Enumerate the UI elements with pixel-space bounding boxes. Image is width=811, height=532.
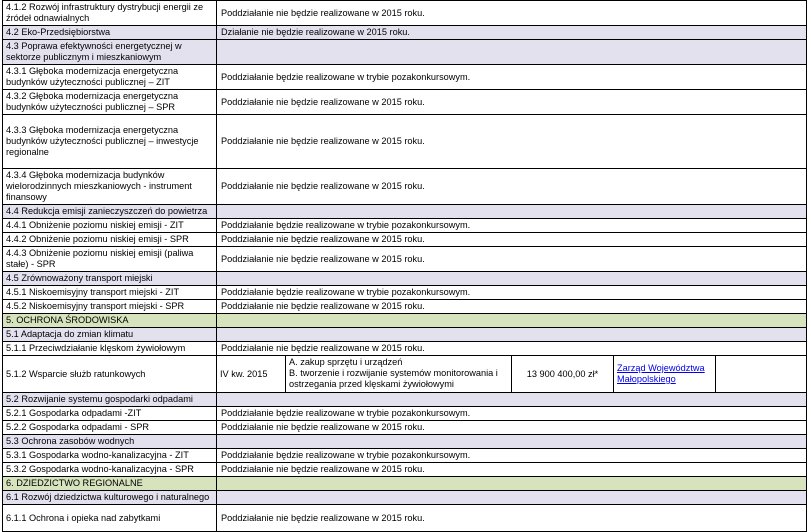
status-note bbox=[216, 392, 807, 407]
scope-b: B. tworzenie i rozwijanie systemów monit… bbox=[289, 368, 498, 389]
status-note: Poddziałanie nie będzie realizowane w 20… bbox=[216, 462, 807, 477]
measure-label: 5.2.1 Gospodarka odpadami -ZIT bbox=[2, 406, 217, 421]
status-note bbox=[216, 327, 807, 342]
status-note: Poddziałanie będzie realizowane w trybie… bbox=[216, 406, 807, 421]
measure-label: 5.2.2 Gospodarka odpadami - SPR bbox=[2, 420, 217, 435]
table-row-detail: 5.1.2 Wsparcie służb ratunkowych IV kw. 2… bbox=[2, 355, 807, 393]
measure-label: 4.3.4 Głęboka modernizacja budynków wiel… bbox=[2, 168, 217, 205]
status-note bbox=[216, 313, 807, 328]
table-row-section: 4.3 Poprawa efektywności energetycznej w… bbox=[2, 39, 807, 65]
status-note: Poddziałanie nie będzie realizowane w 20… bbox=[216, 114, 807, 169]
table-row-section: 5.3 Ochrona zasobów wodnych bbox=[2, 434, 807, 449]
table-row: 4.3.4 Głęboka modernizacja budynków wiel… bbox=[2, 168, 807, 205]
table-row-section: 6.1 Rozwój dziedzictwa kulturowego i nat… bbox=[2, 490, 807, 505]
status-note: Poddziałanie nie będzie realizowane w 20… bbox=[216, 420, 807, 435]
table-row: 4.4.1 Obniżenie poziomu niskiej emisji -… bbox=[2, 218, 807, 233]
status-note bbox=[216, 490, 807, 505]
measure-label: 6.1.1 Ochrona i opieka nad zabytkami bbox=[2, 504, 217, 532]
table-row: 4.4.2 Obniżenie poziomu niskiej emisji -… bbox=[2, 232, 807, 247]
table-row-section: 5.1 Adaptacja do zmian klimatu bbox=[2, 327, 807, 342]
table-row-priority: 6. DZIEDZICTWO REGIONALNE bbox=[2, 476, 807, 491]
status-note: Poddziałanie będzie realizowane w trybie… bbox=[216, 448, 807, 463]
status-note: Działanie nie będzie realizowane w 2015 … bbox=[216, 25, 807, 40]
measure-label: 4.3.3 Głęboka modernizacja energetyczna … bbox=[2, 114, 217, 169]
status-note: Poddziałanie będzie realizowane w trybie… bbox=[216, 64, 807, 90]
status-note: Poddziałanie nie będzie realizowane w 20… bbox=[216, 246, 807, 272]
table-row: 4.3.1 Głęboka modernizacja energetyczna … bbox=[2, 64, 807, 90]
measure-label: 4.5 Zrównoważony transport miejski bbox=[2, 271, 217, 286]
measure-label: 5.3 Ochrona zasobów wodnych bbox=[2, 434, 217, 449]
measure-label: 4.1.2 Rozwój infrastruktury dystrybucji … bbox=[2, 0, 217, 26]
scope-cell: A. zakup sprzętu i urządzeń B. tworzenie … bbox=[285, 355, 512, 393]
table-row: 4.4.3 Obniżenie poziomu niskiej emisji (… bbox=[2, 246, 807, 272]
status-note: Poddziałanie będzie realizowane w trybie… bbox=[216, 285, 807, 300]
table-row-priority: 5. OCHRONA ŚRODOWISKA bbox=[2, 313, 807, 328]
measure-label: 4.2 Eko-Przedsiębiorstwa bbox=[2, 25, 217, 40]
measure-label: 5.1.1 Przeciwdziałanie klęskom żywiołowy… bbox=[2, 341, 217, 356]
measure-label: 4.5.2 Niskoemisyjny transport miejski - … bbox=[2, 299, 217, 314]
status-note: Poddziałanie nie będzie realizowane w 20… bbox=[216, 0, 807, 26]
measure-label: 5.1 Adaptacja do zmian klimatu bbox=[2, 327, 217, 342]
measures-table: 4.1.2 Rozwój infrastruktury dystrybucji … bbox=[2, 0, 807, 532]
table-row: 4.3.3 Głęboka modernizacja energetyczna … bbox=[2, 114, 807, 169]
measure-label: 5. OCHRONA ŚRODOWISKA bbox=[2, 313, 217, 328]
table-row: 5.2.2 Gospodarka odpadami - SPR Poddziała… bbox=[2, 420, 807, 435]
measure-label: 5.3.1 Gospodarka wodno-kanalizacyjna - Z… bbox=[2, 448, 217, 463]
measure-label: 4.3 Poprawa efektywności energetycznej w… bbox=[2, 39, 217, 65]
measure-label: 5.1.2 Wsparcie służb ratunkowych bbox=[2, 355, 217, 393]
status-note bbox=[216, 204, 807, 219]
measure-label: 4.4 Redukcja emisji zanieczyszczeń do po… bbox=[2, 204, 217, 219]
status-note: Poddziałanie będzie realizowane w trybie… bbox=[216, 218, 807, 233]
measure-label: 4.4.3 Obniżenie poziomu niskiej emisji (… bbox=[2, 246, 217, 272]
table-row-section: 4.2 Eko-Przedsiębiorstwa Działanie nie bę… bbox=[2, 25, 807, 40]
quarter-cell: IV kw. 2015 bbox=[216, 355, 286, 393]
status-note bbox=[216, 39, 807, 65]
status-note bbox=[216, 434, 807, 449]
status-note bbox=[216, 271, 807, 286]
table-row: 6.1.1 Ochrona i opieka nad zabytkami Podd… bbox=[2, 504, 807, 532]
status-note: Poddziałanie nie będzie realizowane w 20… bbox=[216, 89, 807, 115]
table-row: 5.1.1 Przeciwdziałanie klęskom żywiołowy… bbox=[2, 341, 807, 356]
measure-label: 6.1 Rozwój dziedzictwa kulturowego i nat… bbox=[2, 490, 217, 505]
table-row-section: 5.2 Rozwijanie systemu gospodarki odpada… bbox=[2, 392, 807, 407]
table-row: 4.5.2 Niskoemisyjny transport miejski - … bbox=[2, 299, 807, 314]
institution-link[interactable]: Zarząd Województwa Małopolskiego bbox=[617, 363, 705, 384]
table-row-section: 4.5 Zrównoważony transport miejski bbox=[2, 271, 807, 286]
measure-label: 4.3.1 Głęboka modernizacja energetyczna … bbox=[2, 64, 217, 90]
table-row: 5.2.1 Gospodarka odpadami -ZIT Poddziałan… bbox=[2, 406, 807, 421]
table-row: 4.3.2 Głęboka modernizacja energetyczna … bbox=[2, 89, 807, 115]
institution-cell: Zarząd Województwa Małopolskiego bbox=[613, 355, 716, 393]
status-note bbox=[216, 476, 807, 491]
status-note: Poddziałanie nie będzie realizowane w 20… bbox=[216, 299, 807, 314]
measure-label: 4.3.2 Głęboka modernizacja energetyczna … bbox=[2, 89, 217, 115]
measure-label: 5.2 Rozwijanie systemu gospodarki odpada… bbox=[2, 392, 217, 407]
measure-label: 4.4.2 Obniżenie poziomu niskiej emisji -… bbox=[2, 232, 217, 247]
measure-label: 4.4.1 Obniżenie poziomu niskiej emisji -… bbox=[2, 218, 217, 233]
table-row: 5.3.2 Gospodarka wodno-kanalizacyjna - S… bbox=[2, 462, 807, 477]
measure-label: 6. DZIEDZICTWO REGIONALNE bbox=[2, 476, 217, 491]
table-row: 4.5.1 Niskoemisyjny transport miejski - … bbox=[2, 285, 807, 300]
table-row-section: 4.4 Redukcja emisji zanieczyszczeń do po… bbox=[2, 204, 807, 219]
scope-a: A. zakup sprzętu i urządzeń bbox=[289, 357, 403, 367]
empty-cell bbox=[715, 355, 807, 393]
status-note: Poddziałanie nie będzie realizowane w 20… bbox=[216, 341, 807, 356]
table-row: 5.3.1 Gospodarka wodno-kanalizacyjna - Z… bbox=[2, 448, 807, 463]
status-note: Poddziałanie nie będzie realizowane w 20… bbox=[216, 168, 807, 205]
status-note: Poddziałanie nie będzie realizowane w 20… bbox=[216, 504, 807, 532]
status-note: Poddziałanie nie będzie realizowane w 20… bbox=[216, 232, 807, 247]
amount-cell: 13 900 400,00 zł* bbox=[511, 355, 614, 393]
measure-label: 4.5.1 Niskoemisyjny transport miejski - … bbox=[2, 285, 217, 300]
table-row: 4.1.2 Rozwój infrastruktury dystrybucji … bbox=[2, 0, 807, 26]
measure-label: 5.3.2 Gospodarka wodno-kanalizacyjna - S… bbox=[2, 462, 217, 477]
